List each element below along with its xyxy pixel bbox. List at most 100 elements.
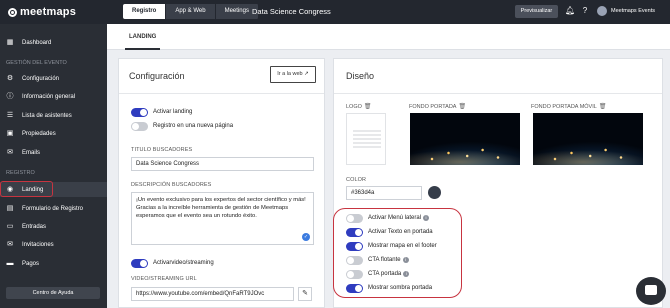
toggle-label-text: Activar Menú lateral: [368, 215, 422, 221]
cover-label-text: FONDO PORTADA: [409, 104, 457, 110]
organization-name[interactable]: Meetmaps Events: [611, 6, 655, 16]
video-url-input[interactable]: https://www.youtube.com/embed/QnFaRT9JOv…: [131, 287, 294, 301]
sidebar-item-label: Dashboard: [22, 39, 52, 46]
sidebar-item-invitaciones[interactable]: ✉ Invitaciones: [0, 237, 107, 252]
toggle-label: CTA flotante i: [368, 256, 409, 265]
cover-label: FONDO PORTADA 🗑︎: [409, 103, 466, 110]
sub-navigation: LANDING: [107, 24, 670, 50]
sidebar-item-label: Información general: [22, 93, 76, 100]
seo-description-textarea[interactable]: ¡Un evento exclusivo para los expertos d…: [131, 192, 314, 245]
toggle-option[interactable]: [346, 270, 363, 279]
edit-icon[interactable]: ✎: [298, 287, 312, 301]
sidebar-item-pagos[interactable]: ▬ Pagos: [0, 256, 107, 271]
tag-icon: ▣: [6, 129, 14, 137]
dashboard-icon: ▦: [6, 38, 14, 46]
toggle-option[interactable]: [346, 228, 363, 237]
sidebar-item-emails[interactable]: ✉ Emails: [0, 145, 107, 160]
sidebar-item-label: Formulario de Registro: [22, 205, 84, 212]
cover-mobile-label: FONDO PORTADA MÓVIL 🗑︎: [531, 103, 606, 110]
bell-icon[interactable]: 🔔︎: [565, 6, 575, 16]
tab-landing[interactable]: LANDING: [125, 24, 161, 50]
toggle-label-text: CTA flotante: [368, 257, 401, 263]
toggle-label: Activar Menú lateral i: [368, 214, 430, 223]
top-bar: meetmaps Registro App & Web Meetings Dat…: [0, 0, 670, 24]
toggle-registro-nueva-pagina[interactable]: [131, 122, 148, 131]
sidebar-item-configuracion[interactable]: ⚙ Configuración: [0, 71, 107, 86]
toggle-activar-landing[interactable]: [131, 108, 148, 117]
toggle-label: Activar landing: [153, 109, 193, 115]
city-lights-image: [533, 135, 643, 165]
color-swatch[interactable]: [428, 186, 441, 199]
cover-image[interactable]: [410, 113, 520, 165]
tab-app-web[interactable]: App & Web: [166, 4, 216, 19]
sidebar-item-entradas[interactable]: ▭ Entradas: [0, 219, 107, 234]
sidebar-item-label: Propiedades: [22, 130, 56, 137]
info-icon: ⓘ: [6, 92, 14, 100]
video-url-label: VIDEO/STREAMING URL: [131, 276, 197, 282]
sidebar-item-formulario[interactable]: ▤ Formulario de Registro: [0, 201, 107, 216]
logo-upload[interactable]: [346, 113, 386, 165]
city-lights-image: [410, 135, 520, 165]
sidebar-item-propiedades[interactable]: ▣ Propiedades: [0, 126, 107, 141]
toggle-option[interactable]: [346, 214, 363, 223]
ticket-icon: ▭: [6, 222, 14, 230]
card-header: Diseño: [334, 59, 662, 94]
toggle-label: Activarvideo/streaming: [153, 260, 214, 266]
form-icon: ▤: [6, 204, 14, 212]
gear-icon: ⚙: [6, 74, 14, 82]
sidebar-item-label: Emails: [22, 149, 41, 156]
landing-highlight-annotation: [0, 181, 53, 197]
sidebar-item-informacion[interactable]: ⓘ Información general: [0, 89, 107, 104]
section-tabs: Registro App & Web Meetings: [123, 4, 259, 19]
preview-button[interactable]: Previsualizar: [515, 5, 558, 18]
seo-title-label: TITULO BUSCADORES: [131, 147, 193, 153]
sidebar: ▦ Dashboard GESTIÓN DEL EVENTO ⚙ Configu…: [0, 24, 107, 308]
sidebar-item-label: Lista de asistentes: [22, 112, 72, 119]
sidebar-section-registro: REGISTRO: [6, 170, 35, 176]
info-icon[interactable]: i: [402, 257, 409, 263]
design-title: Diseño: [346, 71, 375, 81]
sidebar-item-dashboard[interactable]: ▦ Dashboard: [0, 35, 107, 50]
card-header: Configuración Ir a la web ↗: [119, 59, 324, 94]
brand-logo[interactable]: meetmaps: [8, 4, 76, 20]
toggle-label: Registro en una nueva página: [153, 123, 234, 129]
invitation-icon: ✉: [7, 240, 13, 248]
toggle-label: Mostrar mapa en el footer: [368, 242, 437, 251]
go-to-web-button[interactable]: Ir a la web ↗: [270, 66, 316, 83]
trash-icon[interactable]: 🗑︎: [458, 103, 466, 110]
toggle-label: Activar Texto en portada: [368, 228, 433, 237]
sidebar-item-label: Pagos: [22, 260, 40, 267]
brand-name: meetmaps: [20, 6, 77, 18]
logo-mark-icon: [8, 7, 17, 17]
sidebar-item-asistentes[interactable]: ☰ Lista de asistentes: [0, 108, 107, 123]
seo-title-input[interactable]: Data Science Congress: [131, 157, 314, 171]
toggle-option[interactable]: [346, 284, 363, 293]
help-icon[interactable]: ?: [580, 6, 590, 16]
trash-icon[interactable]: 🗑︎: [364, 103, 372, 110]
seo-description-text: ¡Un evento exclusivo para los expertos d…: [136, 197, 306, 219]
info-icon[interactable]: i: [423, 215, 430, 221]
toggle-option[interactable]: [346, 242, 363, 251]
seo-description-label: DESCRIPCIÓN BUSCADORES: [131, 182, 212, 188]
info-icon[interactable]: i: [403, 271, 410, 277]
toggle-option[interactable]: [346, 256, 363, 265]
help-center-button[interactable]: Centro de Ayuda: [6, 287, 100, 299]
sidebar-item-label: Configuración: [22, 75, 60, 82]
toggle-label-text: Mostrar mapa en el footer: [368, 243, 437, 249]
cover-mobile-image[interactable]: [533, 113, 643, 165]
configuration-title: Configuración: [129, 71, 185, 81]
tab-registro[interactable]: Registro: [123, 4, 167, 19]
trash-icon[interactable]: 🗑︎: [599, 103, 607, 110]
chat-icon[interactable]: [636, 277, 666, 305]
email-icon: ✉: [7, 148, 13, 156]
cover-mobile-label-text: FONDO PORTADA MÓVIL: [531, 104, 597, 110]
avatar[interactable]: [597, 6, 607, 16]
color-input[interactable]: #363d4a: [346, 186, 422, 200]
toggle-activar-video[interactable]: [131, 259, 148, 268]
logo-placeholder-image: [353, 128, 381, 148]
sidebar-item-label: Invitaciones: [22, 241, 54, 248]
sidebar-section-event: GESTIÓN DEL EVENTO: [6, 60, 67, 66]
toggle-label-text: Activar Texto en portada: [368, 229, 433, 235]
go-to-web-label: Ir a la web: [277, 71, 303, 77]
toggle-label-text: Mostrar sombra portada: [368, 285, 433, 291]
